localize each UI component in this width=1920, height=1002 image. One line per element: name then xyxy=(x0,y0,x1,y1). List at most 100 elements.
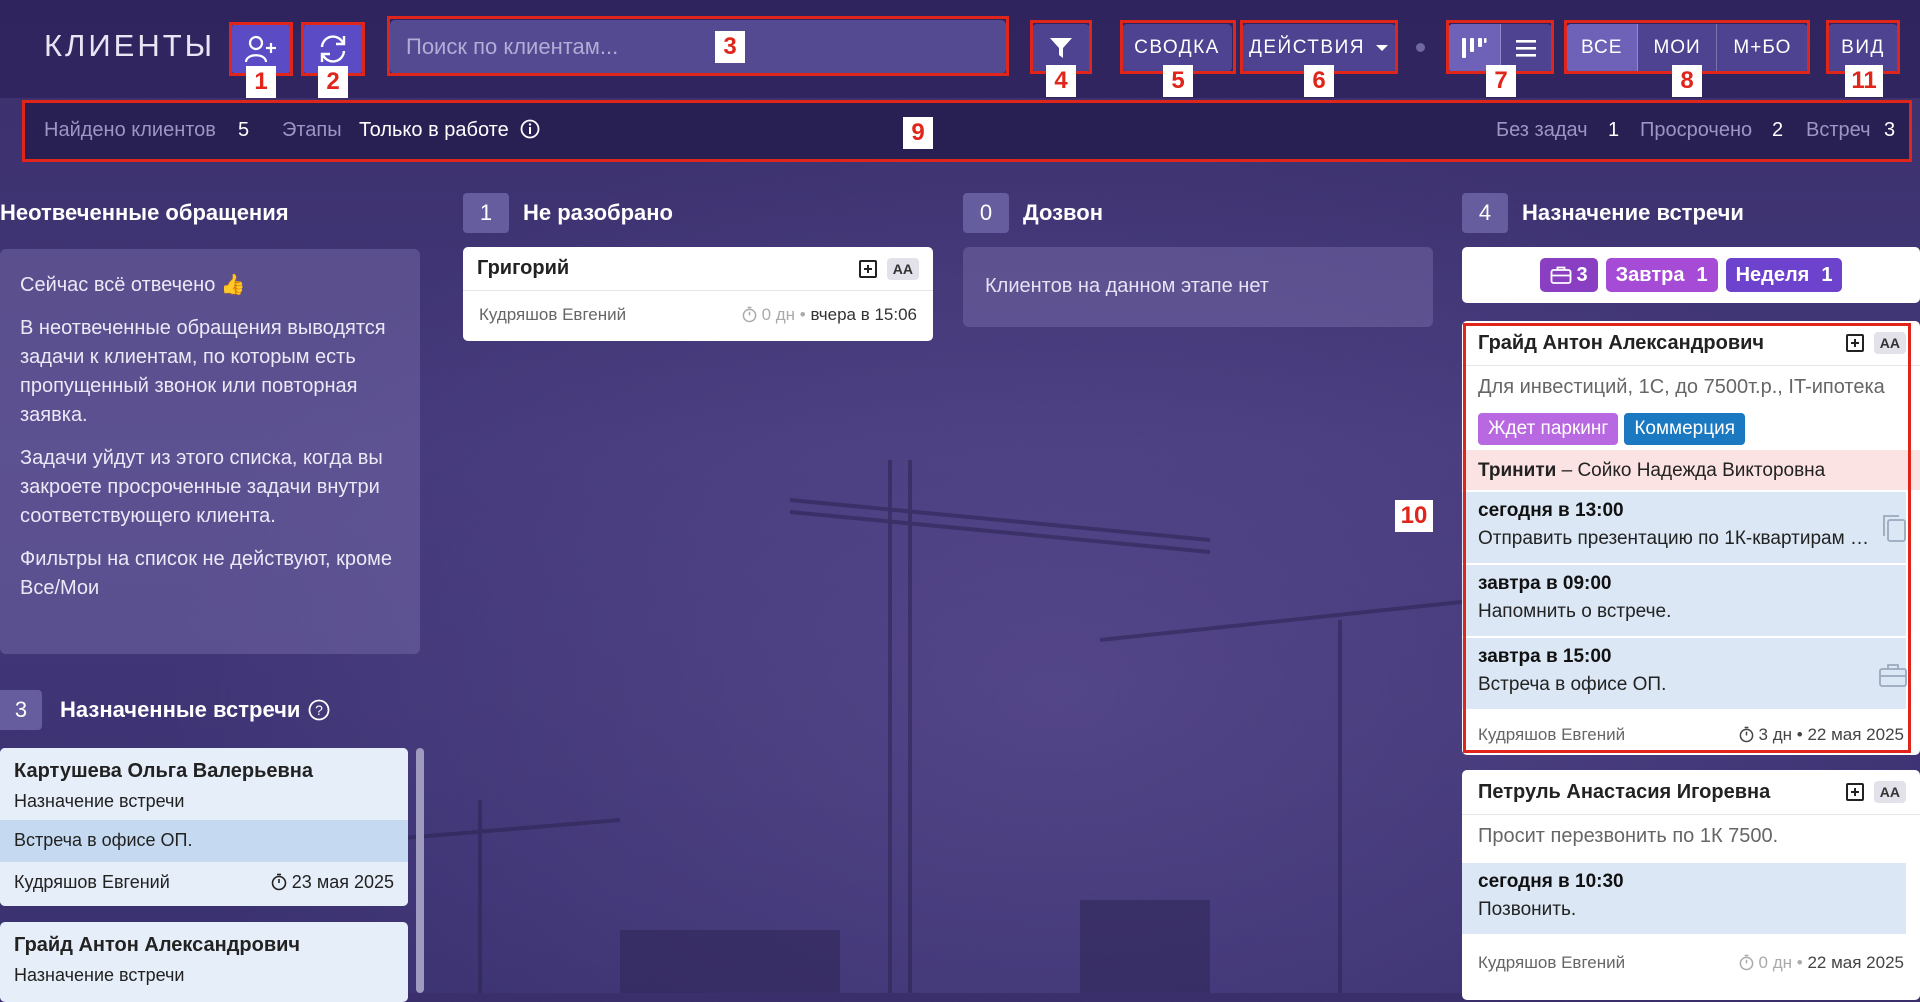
task-time: завтра в 09:00 xyxy=(1478,573,1612,594)
client-name: Петруль Анастасия Игоревна xyxy=(1478,780,1771,803)
briefcase-icon xyxy=(1550,266,1571,284)
column-title: Назначение встречи xyxy=(1522,200,1744,225)
status-dot xyxy=(1416,43,1425,52)
add-task-icon[interactable] xyxy=(858,259,877,278)
stage-name: Назначение встречи xyxy=(14,965,185,985)
page-title: КЛИЕНТЫ xyxy=(44,28,216,63)
tag: Коммерция xyxy=(1624,413,1746,445)
no-tasks-label: Без задач xyxy=(1496,119,1588,141)
task-item[interactable]: завтра в 15:00 Встреча в офисе ОП. xyxy=(1462,637,1907,709)
annotation-label: 5 xyxy=(1163,65,1193,97)
chip-count: 1 xyxy=(1696,263,1708,286)
add-task-icon[interactable] xyxy=(1845,783,1864,801)
client-card[interactable]: Грайд Антон Александрович AA Для инвести… xyxy=(1462,321,1920,755)
client-card-footer: Кудряшов Евгений 0 дн • 22 мая 2025 xyxy=(1478,953,1904,972)
client-card-footer: Кудряшов Евгений 3 дн • 22 мая 2025 xyxy=(1478,725,1904,744)
contact-name: – Сойко Надежда Викторовна xyxy=(1561,460,1826,481)
client-name: Грайд Антон Александрович xyxy=(1478,331,1765,354)
unanswered-text: В неотвеченные обращения выводятся задач… xyxy=(20,317,386,426)
filter-mine-bo-button[interactable]: М+БО xyxy=(1717,24,1808,72)
last-activity: вчера в 15:06 xyxy=(810,305,917,324)
timer-icon xyxy=(271,873,287,891)
annotation-label: 11 xyxy=(1845,65,1883,97)
meeting-card[interactable]: Картушева Ольга Валерьевна Назначение вс… xyxy=(0,748,408,906)
funnel-icon xyxy=(1050,38,1072,58)
meeting-card-head: Картушева Ольга Валерьевна Назначение вс… xyxy=(0,748,408,820)
unanswered-text: Сейчас всё отвечено 👍 xyxy=(20,274,246,296)
client-description: Просит перезвонить по 1К 7500. xyxy=(1478,825,1779,847)
quick-filter-chips: 3 Завтра 1 Неделя 1 xyxy=(1462,247,1920,303)
meetings-scrollbar[interactable] xyxy=(416,748,424,993)
annotation-label: 8 xyxy=(1672,65,1702,97)
initials-badge: AA xyxy=(1873,781,1906,803)
list-view-icon xyxy=(1516,40,1537,57)
unanswered-title: Неотвеченные обращения xyxy=(0,200,289,225)
client-description: Для инвестиций, 1С, до 7500т.р., IT-ипот… xyxy=(1478,376,1885,398)
add-task-icon[interactable] xyxy=(1845,334,1864,352)
annotation-label: 6 xyxy=(1304,65,1334,97)
annotation-label: 1 xyxy=(246,66,276,98)
info-icon[interactable] xyxy=(520,119,540,139)
days-in-stage: 0 дн xyxy=(761,305,796,324)
days-in-stage: 3 дн xyxy=(1758,725,1793,744)
column-title: Дозвон xyxy=(1023,200,1103,225)
help-icon[interactable]: ? xyxy=(308,699,330,721)
stages-filter[interactable]: Только в работе xyxy=(359,119,540,142)
meeting-task: Встреча в офисе ОП. xyxy=(0,820,408,862)
client-card-head: Петруль Анастасия Игоревна AA xyxy=(1462,770,1920,815)
manager-name: Кудряшов Евгений xyxy=(1478,953,1626,972)
task-item[interactable]: сегодня в 10:30 Позвонить. xyxy=(1462,862,1906,934)
column-count: 4 xyxy=(1462,193,1508,233)
unanswered-info-panel: Сейчас всё отвечено 👍 В неотвеченные обр… xyxy=(0,249,420,654)
annotation-label: 9 xyxy=(903,117,933,149)
task-text: Напомнить о встрече. xyxy=(1478,601,1672,622)
client-card[interactable]: Григорий AA Кудряшов Евгений 0 дн • вчер… xyxy=(463,247,933,341)
empty-column-message: Клиентов на данном этапе нет xyxy=(963,247,1433,327)
overdue-count: 2 xyxy=(1772,119,1784,141)
meeting-card[interactable]: Грайд Антон Александрович Назначение вст… xyxy=(0,922,408,1002)
found-label: Найдено клиентов xyxy=(44,119,216,141)
meetings-chip[interactable]: 3 xyxy=(1539,258,1598,292)
kanban-view-icon xyxy=(1461,38,1487,58)
meetings-label: Встреч xyxy=(1806,119,1871,141)
meetings-count: 3 xyxy=(1884,119,1896,141)
chip-label: Неделя xyxy=(1735,263,1810,286)
annotation-label: 3 xyxy=(715,31,745,63)
search-input[interactable] xyxy=(390,20,1006,74)
meeting-date: 23 мая 2025 xyxy=(291,872,394,892)
meetings-header: 3 Назначенные встречи ? xyxy=(0,690,330,730)
task-item[interactable]: сегодня в 13:00 Отправить презентацию по… xyxy=(1462,491,1906,563)
svg-text:?: ? xyxy=(316,702,324,718)
refresh-icon xyxy=(320,35,346,63)
stages-label: Этапы xyxy=(282,119,342,141)
week-chip[interactable]: Неделя 1 xyxy=(1725,258,1843,292)
column-title: Не разобрано xyxy=(523,200,673,225)
initials-badge: AA xyxy=(1873,332,1906,354)
task-text: Позвонить. xyxy=(1478,899,1577,920)
client-name: Грайд Антон Александрович xyxy=(14,934,301,956)
tag-list: Ждет паркинг Коммерция xyxy=(1478,413,1746,445)
last-activity: 22 мая 2025 xyxy=(1807,725,1904,744)
caret-down-icon xyxy=(1375,45,1388,51)
copy-icon[interactable] xyxy=(1880,512,1908,544)
client-card[interactable]: Петруль Анастасия Игоревна AA Просит пер… xyxy=(1462,770,1920,1000)
project-name: Тринити xyxy=(1478,460,1557,481)
briefcase-icon xyxy=(1879,664,1907,687)
manager-name: Кудряшов Евгений xyxy=(14,872,170,892)
unanswered-text: Задачи уйдут из этого списка, когда вы з… xyxy=(20,447,383,527)
task-text: Отправить презентацию по 1К-квартирам в … xyxy=(1478,528,1874,549)
column-header-meeting-scheduling: 4 Назначение встречи xyxy=(1462,193,1744,233)
annotation-label: 7 xyxy=(1486,65,1516,97)
tomorrow-chip[interactable]: Завтра 1 xyxy=(1605,258,1718,292)
last-activity: 22 мая 2025 xyxy=(1807,953,1904,972)
column-count: 0 xyxy=(963,193,1009,233)
actions-label: ДЕЙСТВИЯ xyxy=(1249,37,1365,58)
client-card-head: Григорий AA xyxy=(463,247,933,291)
stats-bar: Найдено клиентов 5 Этапы Только в работе… xyxy=(24,103,1910,159)
filter-all-button[interactable]: ВСЕ xyxy=(1566,24,1639,72)
days-in-stage: 0 дн xyxy=(1758,953,1793,972)
manager-name: Кудряшов Евгений xyxy=(1478,725,1626,744)
stages-value: Только в работе xyxy=(359,119,509,141)
task-item[interactable]: завтра в 09:00 Напомнить о встрече. xyxy=(1462,564,1906,636)
task-text: Встреча в офисе ОП. xyxy=(1478,674,1667,695)
